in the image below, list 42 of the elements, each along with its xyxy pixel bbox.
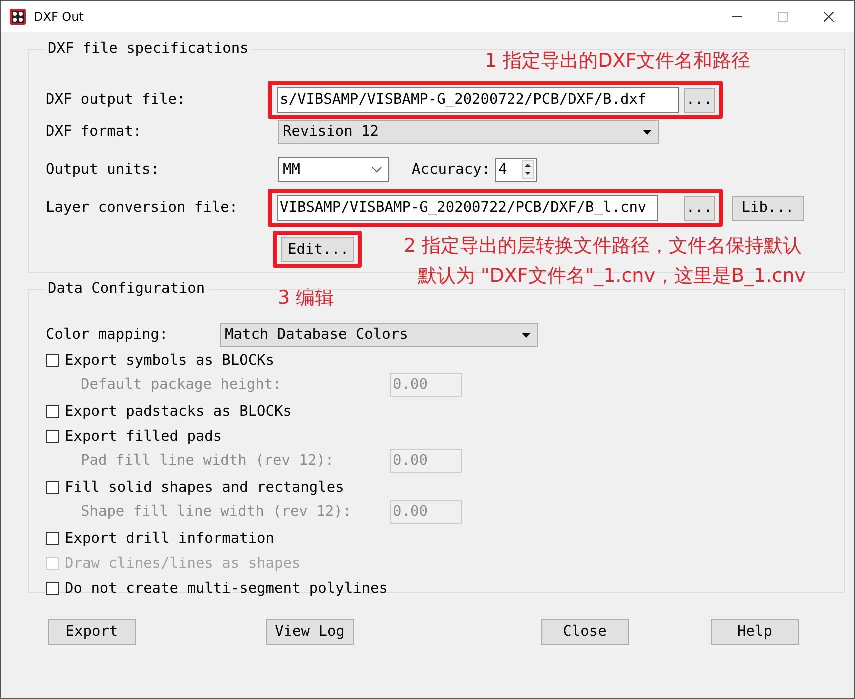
dialog-button[interactable]: View Log [266, 619, 354, 645]
format-dropdown[interactable]: Revision 12 [278, 120, 659, 144]
annotation-text: 3 编辑 [278, 286, 334, 311]
group-title: DXF file specifications [47, 41, 250, 57]
field-label: Color mapping: [46, 327, 170, 343]
field-label: Output units: [46, 162, 160, 178]
dialog-button[interactable]: Help [711, 619, 799, 645]
edit-button[interactable]: Edit... [281, 237, 354, 262]
annotation-text: 1 指定导出的DXF文件名和路径 [485, 49, 751, 74]
checkbox-option[interactable]: Export symbols as BLOCKs [46, 349, 844, 372]
lib-button[interactable]: Lib... [732, 196, 804, 220]
layer-file-field[interactable]: VIBSAMP/VISBAMP-G_20200722/PCB/DXF/B_l.cnv [277, 195, 658, 221]
units-dropdown[interactable]: MM [278, 157, 389, 182]
chevron-down-icon [372, 166, 382, 172]
checkbox-option[interactable]: Export filled pads [46, 425, 844, 448]
accuracy-spinner[interactable]: 4 [494, 158, 537, 182]
browse-button[interactable]: ... [684, 196, 715, 220]
checkbox-option[interactable]: Export drill information [46, 527, 844, 550]
spinner-arrows-icon [522, 160, 534, 179]
checkbox-option[interactable]: Do not create multi-segment polylines [46, 577, 844, 600]
checkbox-option[interactable]: Export padstacks as BLOCKs [46, 400, 844, 423]
field-label: Layer conversion file: [46, 200, 240, 216]
field-label: DXF format: [46, 124, 144, 140]
browse-button[interactable]: ... [684, 88, 715, 112]
window-title: DXF Out [34, 10, 84, 24]
group-title: Data Configuration [47, 281, 206, 297]
color-mapping-dropdown[interactable]: Match Database Colors [220, 323, 538, 347]
dialog-button[interactable]: Close [541, 619, 629, 645]
close-icon[interactable] [824, 12, 834, 22]
dialog-button[interactable]: Export [48, 619, 136, 645]
field-label: Accuracy: [412, 162, 491, 178]
dropdown-arrow-icon [522, 332, 531, 338]
annotation-text: 2 指定导出的层转换文件路径，文件名保持默认 [404, 234, 804, 259]
field-label: Pad fill line width (rev 12): [81, 453, 336, 469]
checkbox-option[interactable]: Fill solid shapes and rectangles [46, 476, 844, 499]
field-label: DXF output file: [46, 92, 187, 108]
field-label: Shape fill line width (rev 12): [81, 504, 353, 520]
field-label: Default package height: [81, 377, 283, 393]
annotation-text: 默认为 "DXF文件名"_1.cnv，这里是B_1.cnv [418, 264, 806, 289]
dropdown-arrow-icon [643, 130, 652, 134]
app-icon [10, 8, 26, 24]
output-file-field[interactable]: s/VIBSAMP/VISBAMP-G_20200722/PCB/DXF/B.dxf [277, 87, 679, 113]
